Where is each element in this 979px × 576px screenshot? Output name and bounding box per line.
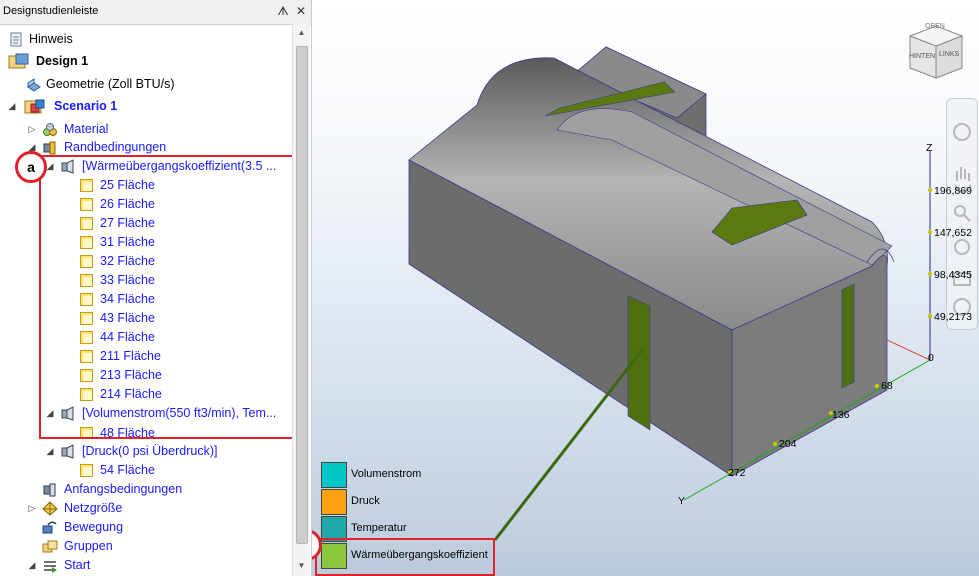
legend-label: Druck (351, 495, 380, 507)
tree-item-scenario[interactable]: ◢ Scenario 1 (0, 97, 290, 116)
z-axis-label: Z (926, 142, 933, 154)
legend-label: Volumenstrom (351, 468, 422, 480)
tree-item-start[interactable]: ◢ Start (0, 556, 290, 575)
viewcube-top-label: OBEN (925, 23, 945, 30)
y-tick-label: 204 (779, 438, 797, 450)
design-study-bar: Designstudienleiste ᗑ ✕ Hinweis Design 1… (0, 0, 312, 576)
note-icon (10, 32, 22, 47)
tree-label: [Druck(0 psi Überdruck)] (82, 444, 218, 458)
tree-item-gruppen[interactable]: Gruppen (0, 537, 290, 556)
callout-a-badge: a (15, 151, 47, 183)
pressure-icon (61, 444, 74, 459)
3d-viewport[interactable]: HINTEN LINKS OBEN Z 196,869 147,652 98,4… (312, 0, 979, 576)
tree-item-geometrie[interactable]: Geometrie (Zoll BTU/s) (0, 75, 290, 94)
collapse-icon[interactable]: ◢ (7, 97, 17, 116)
legend-swatch (321, 462, 347, 488)
legend-label: Temperatur (351, 522, 407, 534)
collapse-icon[interactable]: ◢ (27, 556, 37, 575)
scroll-up-icon[interactable]: ▲ (293, 28, 310, 40)
panel-title: Designstudienleiste (3, 5, 99, 17)
pin-icon[interactable]: ᗑ (276, 4, 290, 18)
tree-label: Scenario 1 (54, 99, 118, 113)
boundary-conditions-icon (43, 141, 56, 155)
scroll-thumb[interactable] (296, 46, 308, 544)
close-icon[interactable]: ✕ (294, 4, 308, 18)
start-icon (44, 561, 57, 573)
tree-item-netzgroesse[interactable]: ▷ Netzgröße (0, 499, 290, 518)
callout-b-box (315, 538, 495, 576)
y-tick-label: 272 (728, 467, 746, 479)
tree-item-material[interactable]: ▷ Material (0, 120, 290, 139)
collapse-icon[interactable]: ◢ (45, 442, 55, 461)
tree-label: Material (64, 122, 109, 136)
tree-label: Bewegung (64, 520, 124, 534)
tree-item-hinweis[interactable]: Hinweis (0, 30, 290, 49)
tree-item-anfangsbedingungen[interactable]: Anfangsbedingungen (0, 480, 290, 499)
z-tick-label: 147,652 (934, 227, 972, 239)
expand-icon[interactable]: ▷ (27, 120, 37, 139)
scroll-down-icon[interactable]: ▼ (293, 561, 310, 573)
viewcube-front-label: HINTEN (909, 53, 936, 60)
y-tick-label: 68 (881, 380, 893, 392)
y-axis-label: Y (678, 495, 686, 507)
tree-label: Geometrie (Zoll BTU/s) (46, 77, 175, 91)
z-tick-label: 49,2173 (934, 311, 972, 323)
navigation-bar (946, 98, 978, 330)
tree-item-face-54[interactable]: 54 Fläche (0, 461, 290, 480)
geometry-icon (27, 78, 41, 92)
motion-icon (42, 521, 57, 534)
face-icon (80, 464, 93, 477)
legend-swatch (321, 489, 347, 515)
model-canvas[interactable] (312, 0, 979, 576)
tree-label: Anfangsbedingungen (64, 482, 183, 496)
initial-conditions-icon (43, 483, 56, 497)
material-icon (43, 123, 57, 136)
tree-label: Design 1 (36, 54, 89, 68)
design-folder-icon (8, 53, 29, 69)
mesh-icon (42, 501, 58, 516)
tree-item-design[interactable]: Design 1 (0, 52, 290, 71)
groups-icon (42, 540, 58, 553)
tree-label: Hinweis (29, 32, 73, 46)
tree-label: Gruppen (64, 539, 113, 553)
z-tick-label: 0 (928, 352, 934, 364)
scenario-icon (24, 99, 45, 114)
tree-label: Start (64, 558, 91, 572)
viewcube-side-label: LINKS (939, 51, 960, 58)
tree-scrollbar[interactable]: ▲ ▼ (292, 24, 310, 576)
z-tick-label: 196,869 (934, 185, 972, 197)
tree-label: Netzgröße (64, 501, 123, 515)
z-tick-label: 98,4345 (934, 269, 972, 281)
tree-item-druck[interactable]: ◢ [Druck(0 psi Überdruck)] (0, 442, 290, 461)
y-tick-label: 136 (832, 409, 850, 421)
panel-header: Designstudienleiste ᗑ ✕ (0, 0, 311, 25)
tree-item-bewegung[interactable]: Bewegung (0, 518, 290, 537)
tree-label: 54 Fläche (100, 463, 155, 477)
expand-icon[interactable]: ▷ (27, 499, 37, 518)
callout-a-box (39, 155, 297, 439)
